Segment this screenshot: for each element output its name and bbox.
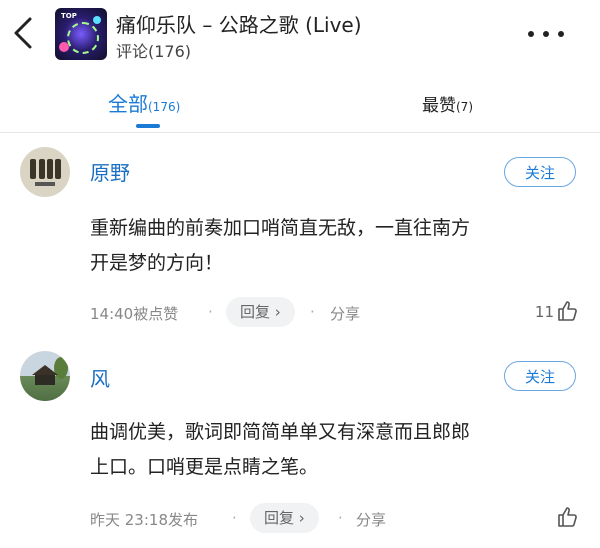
like-button[interactable] bbox=[520, 503, 580, 533]
commenter-name[interactable]: 原野 bbox=[90, 157, 130, 186]
comment-count-subtitle: 评论(176) bbox=[116, 42, 192, 61]
separator-dot: · bbox=[338, 509, 343, 527]
more-button[interactable] bbox=[524, 24, 568, 44]
tab-top-label: 最赞 bbox=[422, 96, 456, 116]
comment-time: 昨天 23:18发布 bbox=[90, 511, 198, 529]
song-title: 痛仰乐队 – 公路之歌 (Live) bbox=[116, 13, 362, 37]
comment-item: 原野 关注 重新编曲的前奏加口哨简直无敌，一直往南方 开是梦的方向！ 14:40… bbox=[0, 133, 600, 343]
chevron-left-icon bbox=[14, 17, 32, 49]
active-tab-indicator bbox=[136, 124, 160, 128]
header: TOP 痛仰乐队 – 公路之歌 (Live) 评论(176) bbox=[0, 0, 600, 70]
reply-button[interactable]: 回复 › bbox=[250, 503, 319, 533]
comment-text-line: 曲调优美，歌词即简简单单又有深意而且郎郎 bbox=[90, 421, 471, 443]
follow-button[interactable]: 关注 bbox=[504, 157, 576, 187]
thumbs-up-icon bbox=[558, 507, 577, 527]
tab-top[interactable]: 最赞(7) bbox=[422, 91, 473, 116]
comment-text-line: 上口。口哨更是点睛之笔。 bbox=[90, 456, 319, 478]
comment-text-line: 开是梦的方向！ bbox=[90, 252, 224, 274]
comment-text: 曲调优美，歌词即简简单单又有深意而且郎郎 上口。口哨更是点睛之笔。 bbox=[90, 415, 580, 485]
reply-button[interactable]: 回复 › bbox=[226, 297, 295, 327]
tab-top-count: (7) bbox=[456, 100, 473, 114]
comment-text-line: 重新编曲的前奏加口哨简直无敌，一直往南方 bbox=[90, 217, 471, 239]
separator-dot: · bbox=[310, 303, 315, 321]
comment-tabs: 全部(176) 最赞(7) bbox=[0, 74, 600, 133]
back-button[interactable] bbox=[10, 16, 38, 50]
comment-item: 风 关注 曲调优美，歌词即简简单单又有深意而且郎郎 上口。口哨更是点睛之笔。 昨… bbox=[0, 343, 600, 548]
tab-all-count: (176) bbox=[148, 100, 181, 114]
comment-text: 重新编曲的前奏加口哨简直无敌，一直往南方 开是梦的方向！ bbox=[90, 211, 580, 281]
avatar[interactable] bbox=[20, 147, 70, 197]
tab-all-label: 全部 bbox=[108, 92, 148, 116]
separator-dot: · bbox=[208, 303, 213, 321]
more-dots-icon bbox=[528, 31, 534, 37]
share-button[interactable]: 分享 bbox=[356, 509, 386, 530]
tab-all[interactable]: 全部(176) bbox=[108, 88, 181, 128]
thumbs-up-icon bbox=[558, 301, 577, 321]
follow-button[interactable]: 关注 bbox=[504, 361, 576, 391]
like-count: 11 bbox=[534, 303, 554, 321]
comment-time: 14:40被点赞 bbox=[90, 305, 179, 323]
commenter-name[interactable]: 风 bbox=[90, 363, 110, 392]
separator-dot: · bbox=[232, 509, 237, 527]
cover-badge: TOP bbox=[61, 12, 77, 20]
comment-meta: 昨天 23:18发布 · 回复 › · 分享 bbox=[90, 503, 590, 533]
comment-meta: 14:40被点赞 · 回复 › · 分享 11 bbox=[90, 297, 590, 327]
album-cover[interactable]: TOP bbox=[55, 8, 107, 60]
share-button[interactable]: 分享 bbox=[330, 303, 360, 324]
like-button[interactable]: 11 bbox=[520, 297, 580, 327]
avatar[interactable] bbox=[20, 351, 70, 401]
